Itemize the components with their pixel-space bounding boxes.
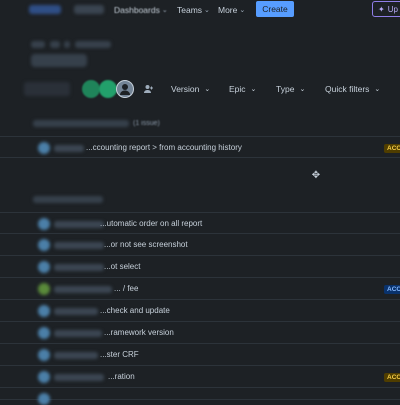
- table-row[interactable]: ...utomatic order on all report: [0, 212, 400, 234]
- upgrade-label: Up: [387, 4, 398, 14]
- story-icon: [38, 142, 50, 154]
- chevron-down-icon: ⌄: [204, 6, 210, 14]
- issue-summary: ...ccounting report > from accounting hi…: [86, 143, 242, 152]
- issue-key: [54, 264, 104, 271]
- story-icon: [38, 239, 50, 251]
- page-title: [31, 54, 87, 67]
- issue-summary: ...utomatic order on all report: [100, 219, 203, 228]
- table-row[interactable]: ... / fee ACC: [0, 278, 400, 300]
- nav-dashboards-label: Dashboards: [114, 4, 160, 15]
- breadcrumb-item[interactable]: [50, 41, 60, 48]
- story-icon: [38, 261, 50, 273]
- blurred-nav-item[interactable]: [74, 5, 104, 14]
- issue-summary: ...ot select: [104, 262, 141, 271]
- issue-summary: ...ster CRF: [100, 350, 139, 359]
- table-row[interactable]: ...ramework version: [0, 322, 400, 344]
- avatar[interactable]: [82, 80, 100, 98]
- epic-filter-label: Epic: [229, 84, 246, 94]
- table-row[interactable]: ...check and update: [0, 300, 400, 322]
- breadcrumb-item[interactable]: [75, 41, 111, 48]
- issue-key: [54, 308, 98, 315]
- issue-summary: ...check and update: [100, 306, 170, 315]
- people-icon[interactable]: [143, 83, 155, 95]
- nav-more-label: More: [218, 4, 238, 15]
- section-header[interactable]: [33, 194, 103, 204]
- chevron-down-icon: ⌄: [204, 86, 211, 93]
- epic-filter[interactable]: Epic ⌄: [229, 82, 256, 96]
- status-badge[interactable]: ACC: [384, 373, 400, 382]
- search-input[interactable]: [24, 82, 70, 96]
- type-filter-label: Type: [276, 84, 295, 94]
- people-glyph: [144, 85, 153, 93]
- move-cursor-icon: ✥: [311, 170, 321, 181]
- issue-key: [54, 221, 104, 228]
- person-icon: [120, 84, 130, 95]
- sparkle-icon: ✦: [378, 4, 385, 14]
- nav-teams-label: Teams: [177, 4, 203, 15]
- issue-key: [54, 352, 98, 359]
- section-header[interactable]: (1 issue): [33, 118, 160, 128]
- table-row[interactable]: ...ot select: [0, 256, 400, 278]
- upgrade-button[interactable]: ✦ Up: [372, 1, 400, 17]
- breadcrumb-item[interactable]: [31, 41, 45, 48]
- story-icon: [38, 218, 50, 230]
- issue-summary: ...or not see screenshot: [104, 240, 188, 249]
- issue-key: [54, 145, 84, 152]
- story-icon: [38, 327, 50, 339]
- quick-filters-label: Quick filters: [325, 84, 370, 94]
- chevron-down-icon: ⌄: [239, 6, 246, 14]
- nav-more[interactable]: More ⌄: [218, 3, 245, 16]
- version-filter[interactable]: Version ⌄: [171, 82, 210, 96]
- issue-key: [54, 330, 102, 337]
- table-row[interactable]: [0, 388, 400, 405]
- chevron-down-icon: ⌄: [299, 86, 306, 93]
- section-title: [33, 119, 129, 127]
- section-issue-count: (1 issue): [133, 119, 160, 127]
- type-filter[interactable]: Type ⌄: [276, 82, 305, 96]
- nav-teams[interactable]: Teams ⌄: [177, 3, 210, 16]
- issue-key: [54, 286, 112, 293]
- blurred-nav-item[interactable]: [29, 5, 61, 14]
- issue-key: [54, 374, 104, 381]
- nav-dashboards[interactable]: Dashboards ⌄: [114, 3, 168, 16]
- avatar[interactable]: [99, 80, 117, 98]
- status-badge[interactable]: ACC: [384, 285, 400, 294]
- story-icon: [38, 371, 50, 383]
- quick-filters[interactable]: Quick filters ⌄: [325, 82, 380, 96]
- story-icon: [38, 393, 50, 405]
- table-row[interactable]: ...ccounting report > from accounting hi…: [0, 136, 400, 158]
- story-icon: [38, 283, 50, 295]
- issue-summary: ...ration: [108, 372, 135, 381]
- chevron-down-icon: ⌄: [374, 86, 381, 93]
- story-icon: [38, 349, 50, 361]
- issue-summary: ... / fee: [114, 284, 139, 293]
- section-title: [33, 195, 103, 203]
- table-row[interactable]: ...ster CRF: [0, 344, 400, 366]
- table-row[interactable]: ...or not see screenshot: [0, 234, 400, 256]
- chevron-down-icon: ⌄: [250, 86, 257, 93]
- table-row[interactable]: ...ration ACC: [0, 366, 400, 388]
- avatar[interactable]: [116, 80, 134, 98]
- version-filter-label: Version: [171, 84, 200, 94]
- create-button[interactable]: Create: [256, 1, 294, 17]
- breadcrumb-item[interactable]: [64, 41, 70, 48]
- issue-key: [54, 242, 104, 249]
- story-icon: [38, 305, 50, 317]
- issue-summary: ...ramework version: [104, 328, 174, 337]
- status-badge[interactable]: ACC: [384, 144, 400, 153]
- top-navigation: Dashboards ⌄ Teams ⌄ More ⌄ Create ✦ Up: [0, 0, 400, 20]
- chevron-down-icon: ⌄: [161, 6, 168, 14]
